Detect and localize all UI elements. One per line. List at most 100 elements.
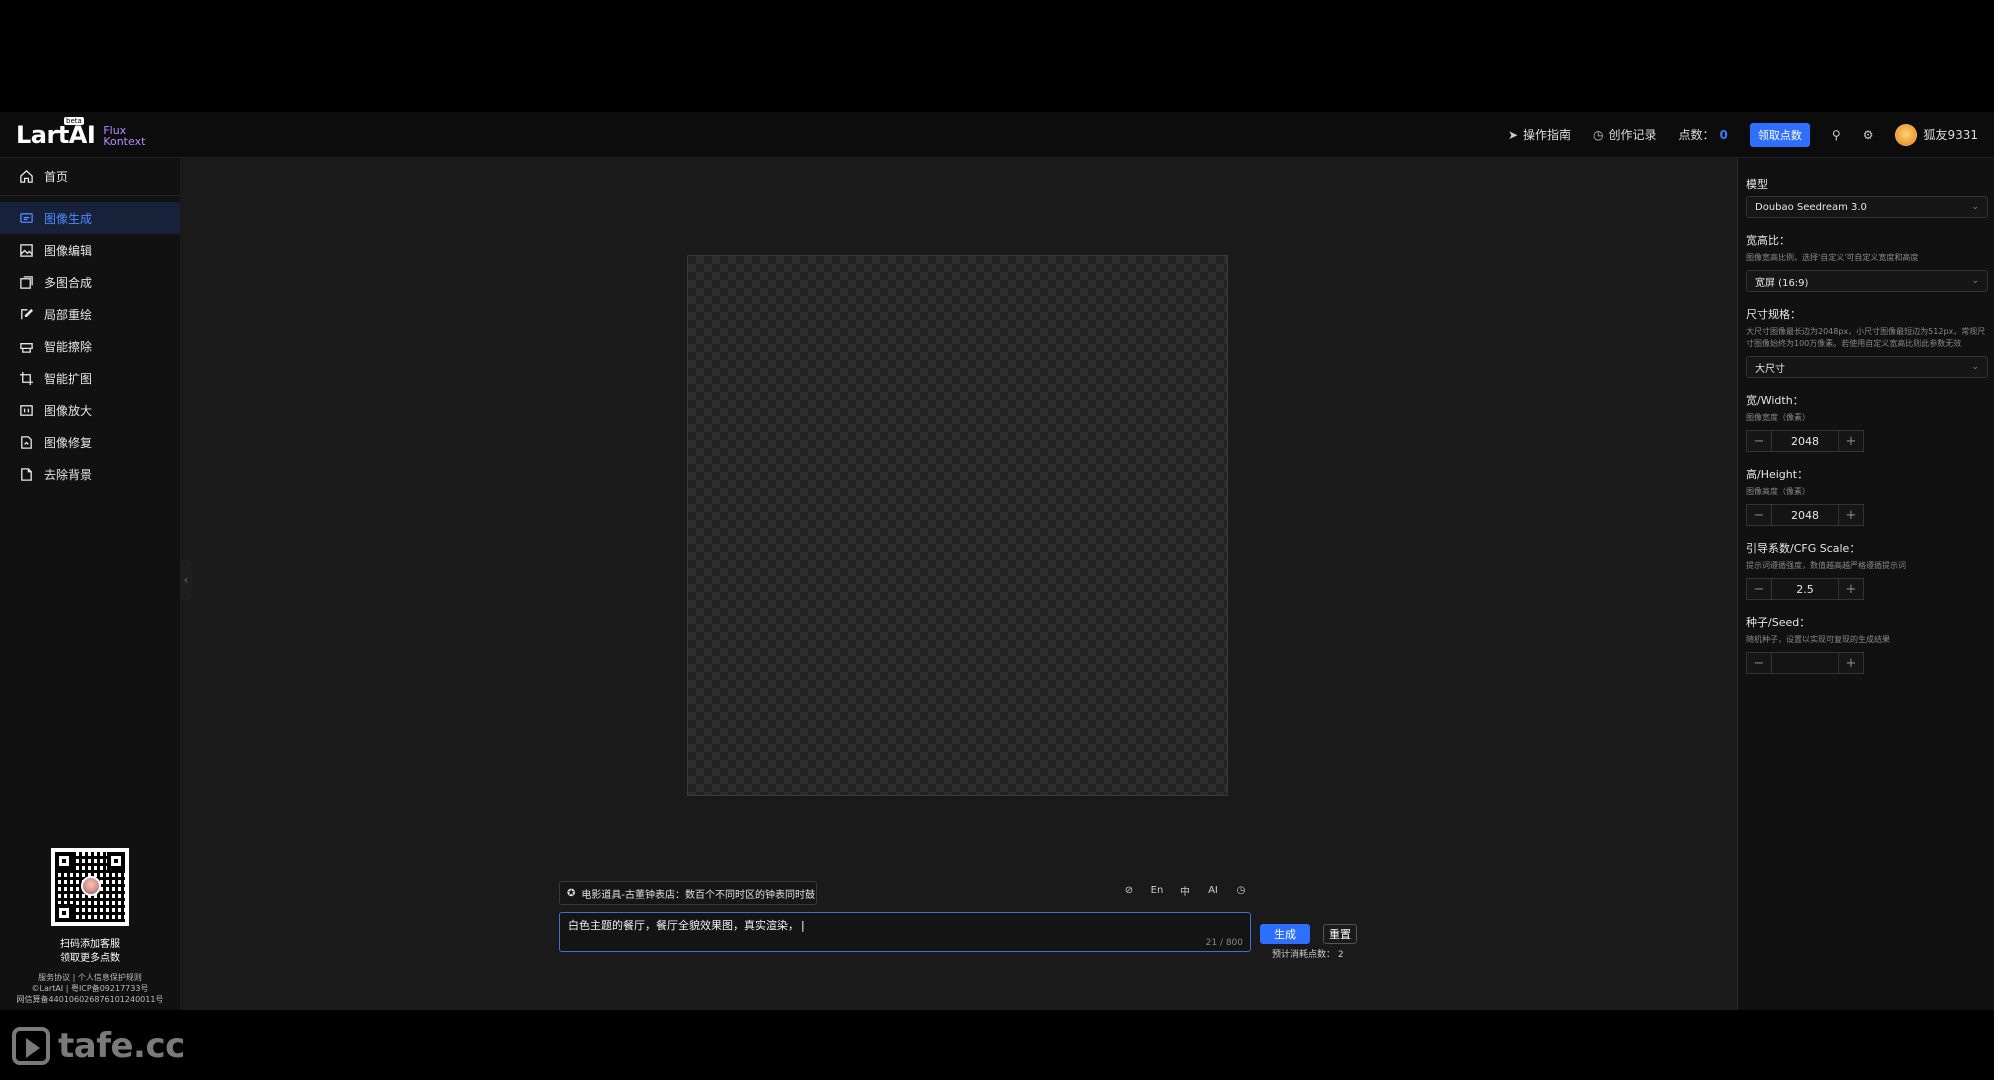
sidebar-item-label: 图像放大 [44,403,93,418]
claim-points-button[interactable]: 领取点数 [1749,122,1810,147]
cfg-input[interactable]: 2.5 [1772,578,1838,600]
size-label: 尺寸规格： [1746,308,1801,321]
sidebar-item-erase[interactable]: 智能擦除 [0,330,180,362]
sidebar-item-label: 多图合成 [44,275,93,290]
sidebar-item-upscale[interactable]: 图像放大 [0,394,180,426]
generate-button[interactable]: 生成 [1260,924,1310,944]
chevron-down-icon: ⌄ [1971,276,1979,286]
qr-caption: 扫码添加客服 领取更多点数 [0,938,180,966]
guide-link[interactable]: ➤ 操作指南 [1508,126,1571,143]
qr-avatar [81,876,101,896]
sidebar-item-home[interactable]: 首页 [0,158,180,196]
reset-button[interactable]: 重置 [1323,924,1357,944]
sidebar-item-outpaint[interactable]: 智能扩图 [0,362,180,394]
sidebar-collapse-handle[interactable]: ‹ [180,560,192,600]
sidebar-item-label: 局部重绘 [44,307,93,322]
chinese-toggle[interactable]: 中 [1178,883,1192,898]
image-icon [18,242,34,258]
width-input[interactable]: 2048 [1772,430,1838,452]
avatar [1895,123,1918,146]
chat-icon [18,210,34,226]
estimated-cost: 预计消耗点数： 2 [1272,947,1344,960]
ai-optimize-button[interactable]: AI [1206,885,1220,896]
sidebar-item-label: 图像生成 [44,211,93,226]
cfg-desc: 提示词遵循强度，数值越高越严格遵循提示词 [1746,561,1906,570]
screen: LartAI beta Flux Kontext ➤ 操作指南 ◷ 创作记录 点… [0,0,1994,1080]
chevron-down-icon: ⌄ [1971,202,1979,212]
cfg-stepper: − 2.5 + [1746,578,1864,600]
size-select[interactable]: 大尺寸 ⌄ [1746,356,1988,378]
top-header: LartAI beta Flux Kontext ➤ 操作指南 ◷ 创作记录 点… [0,112,1994,158]
clock-icon: ◷ [1593,127,1604,142]
ratio-value: 宽屏 (16:9) [1755,277,1809,289]
chevron-down-icon: ⌄ [1971,362,1979,372]
ratio-label: 宽高比： [1746,234,1790,247]
clear-icon[interactable]: ⊘ [1122,885,1136,896]
seed-increment-button[interactable]: + [1838,652,1864,674]
prompt-tools: ⊘ En 中 AI ◷ [1122,883,1248,898]
height-increment-button[interactable]: + [1838,504,1864,526]
sidebar-item-inpaint[interactable]: 局部重绘 [0,298,180,330]
watermark: tafe.cc [12,1026,185,1066]
cfg-label: 引导系数/CFG Scale： [1746,542,1861,555]
layers-icon [18,274,34,290]
chevron-left-icon: ‹ [183,573,189,587]
cfg-increment-button[interactable]: + [1838,578,1864,600]
width-label: 宽/Width： [1746,394,1804,407]
width-stepper: − 2048 + [1746,430,1864,452]
qr-pattern [55,852,125,922]
prompt-input[interactable]: 白色主题的餐厅，餐厅全貌效果图，真实渲染， 21 / 800 [559,912,1251,952]
cost-value: 2 [1337,950,1344,960]
cfg-decrement-button[interactable]: − [1746,578,1772,600]
prompt-suggestion[interactable]: ✪ 电影道具-古董钟表店：数百个不同时区的钟表同时鼓... [559,881,817,905]
height-decrement-button[interactable]: − [1746,504,1772,526]
sidebar-item-label: 智能扩图 [44,371,93,386]
pin-icon[interactable]: ⚲ [1832,128,1841,142]
sidebar-item-label: 图像修复 [44,435,93,450]
repair-icon [18,434,34,450]
qr-corner [55,904,73,922]
seed-stepper: − + [1746,652,1864,674]
qr-code [51,848,129,926]
history-link[interactable]: ◷ 创作记录 [1593,126,1657,143]
size-field: 尺寸规格： 大尺寸图像最长边为2048px，小尺寸图像最短边为512px，常规尺… [1746,306,1988,378]
seed-decrement-button[interactable]: − [1746,652,1772,674]
image-canvas [687,255,1228,796]
user-menu[interactable]: 狐友9331 [1895,123,1978,146]
history-icon[interactable]: ◷ [1234,885,1248,896]
sidebar-item-image-edit[interactable]: 图像编辑 [0,234,180,266]
sidebar-item-repair[interactable]: 图像修复 [0,426,180,458]
size-desc: 大尺寸图像最长边为2048px，小尺寸图像最短边为512px，常规尺寸图像始终为… [1746,327,1986,348]
seed-desc: 随机种子，设置以实现可复现的生成结果 [1746,635,1890,644]
width-decrement-button[interactable]: − [1746,430,1772,452]
username: 狐友9331 [1923,128,1978,142]
suggestion-text: 电影道具-古董钟表店：数百个不同时区的钟表同时鼓... [581,889,817,901]
ratio-select[interactable]: 宽屏 (16:9) ⌄ [1746,270,1988,292]
sidebar-item-label: 首页 [44,170,69,184]
gear-icon[interactable]: ⚙ [1863,128,1874,142]
english-toggle[interactable]: En [1150,885,1164,896]
sidebar-item-remove-bg[interactable]: 去除背景 [0,458,180,490]
sparkle-icon: ✪ [567,887,576,899]
ratio-field: 宽高比： 图像宽高比例，选择'自定义'可自定义宽度和高度 宽屏 (16:9) ⌄ [1746,232,1988,292]
sidebar-item-multi-compose[interactable]: 多图合成 [0,266,180,298]
legal-links[interactable]: 服务协议 | 个人信息保护规则 [0,972,180,983]
width-field: 宽/Width： 图像宽度（像素） − 2048 + [1746,392,1987,452]
app-window: LartAI beta Flux Kontext ➤ 操作指南 ◷ 创作记录 点… [0,112,1994,1010]
qr-line-1: 扫码添加客服 [60,939,120,950]
height-input[interactable]: 2048 [1772,504,1838,526]
sidebar-item-label: 去除背景 [44,467,93,482]
sidebar-item-image-generation[interactable]: 图像生成 [0,202,180,234]
model-select[interactable]: Doubao Seedream 3.0 ⌄ [1746,196,1988,218]
edit-icon [18,306,34,322]
points-value: 0 [1719,127,1728,142]
sidebar: 首页 图像生成 图像编辑 多图合成 局部重绘 智能擦除 智能扩图 图像放大 图像… [0,158,180,1010]
logo[interactable]: LartAI beta Flux Kontext [16,116,145,147]
model-value: Doubao Seedream 3.0 [1755,201,1867,213]
qr-contact-block: 扫码添加客服 领取更多点数 服务协议 | 个人信息保护规则 ©LartAI | … [0,848,180,1005]
seed-input[interactable] [1772,652,1838,674]
sidebar-item-label: 智能擦除 [44,339,93,354]
points-label: 点数： [1678,128,1715,142]
file-icon [18,466,34,482]
width-increment-button[interactable]: + [1838,430,1864,452]
